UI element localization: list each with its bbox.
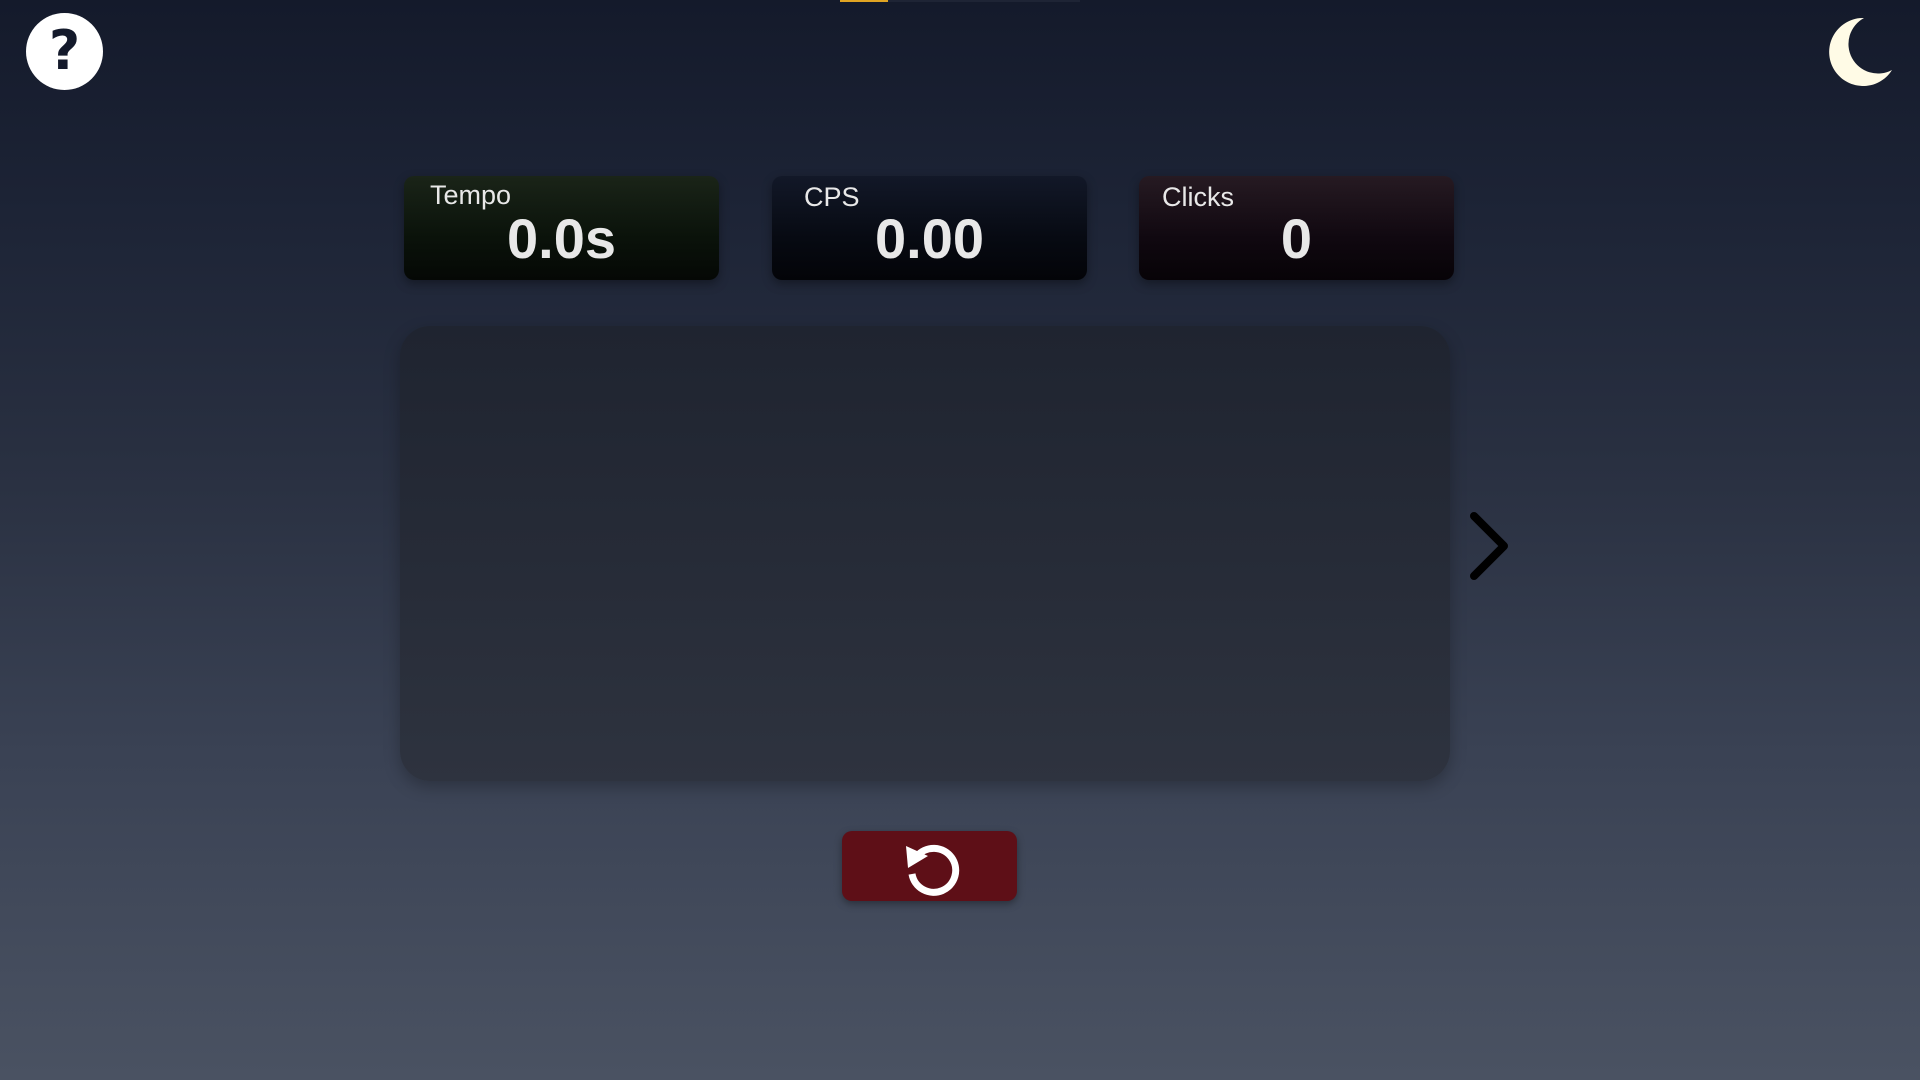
restart-icon xyxy=(905,844,959,896)
cps-stat-card: CPS 0.00 xyxy=(772,176,1087,280)
moon-icon xyxy=(1829,17,1892,86)
time-stat-card: Tempo 0.0s xyxy=(404,176,719,280)
progress-bar xyxy=(840,0,1080,2)
reset-button[interactable] xyxy=(842,831,1017,901)
clicks-stat-card: Clicks 0 xyxy=(1139,176,1454,280)
click-area[interactable] xyxy=(400,326,1450,781)
cps-stat-value: 0.00 xyxy=(875,207,984,270)
next-button[interactable] xyxy=(1464,508,1514,584)
progress-bar-fill xyxy=(840,0,888,2)
question-mark-icon: ? xyxy=(48,18,81,82)
chevron-right-icon xyxy=(1470,512,1508,580)
clicks-stat-value: 0 xyxy=(1280,207,1313,270)
time-stat-value: 0.0s xyxy=(507,207,616,270)
theme-toggle-button[interactable] xyxy=(1820,14,1894,88)
help-button[interactable]: ? xyxy=(26,13,103,90)
